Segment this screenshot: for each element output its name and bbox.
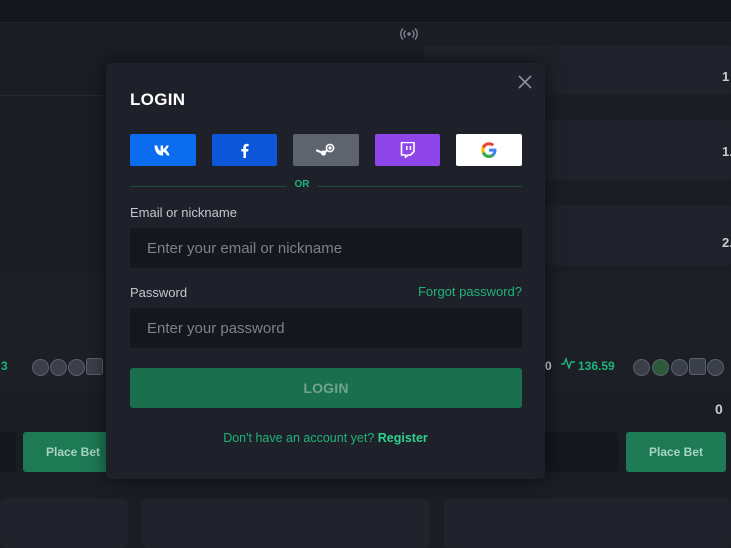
register-prompt: Don't have an account yet?: [223, 431, 378, 445]
team-badge-icon: [689, 358, 706, 375]
google-icon: [481, 142, 497, 158]
team-badge-icon: [707, 359, 724, 376]
facebook-login-button[interactable]: [211, 134, 278, 166]
password-field[interactable]: [130, 308, 522, 348]
twitch-icon: [400, 142, 415, 158]
background-topbar: [0, 0, 731, 23]
background-market-row: [545, 120, 731, 180]
steam-icon: [315, 143, 336, 157]
facebook-icon: [240, 143, 249, 158]
email-field[interactable]: [130, 228, 522, 268]
background-bet-input: [545, 432, 618, 472]
or-divider: [130, 186, 522, 187]
trend-icon: [561, 356, 575, 372]
team-badge-icon: [68, 359, 85, 376]
vk-icon: [154, 145, 172, 156]
team-badge-icon: [671, 359, 688, 376]
vk-login-button[interactable]: [130, 134, 196, 166]
modal-title: LOGIN: [130, 90, 186, 109]
background-market-row: [545, 205, 731, 265]
register-link[interactable]: Register: [378, 431, 428, 445]
or-divider-label: OR: [286, 179, 318, 190]
background-card: [142, 498, 430, 548]
forgot-password-link[interactable]: Forgot password?: [418, 284, 522, 299]
login-button[interactable]: LOGIN: [130, 368, 522, 408]
social-login-row: [130, 134, 522, 166]
background-divider: [0, 95, 106, 96]
background-card: [444, 498, 731, 548]
background-odds-value: 1.: [722, 144, 731, 159]
background-odds-value: 1: [722, 69, 730, 84]
team-badge-icon: [652, 359, 669, 376]
team-badge-icon: [50, 359, 67, 376]
twitch-login-button[interactable]: [374, 134, 441, 166]
google-login-button[interactable]: [456, 134, 522, 166]
background-odds-value: 2.: [722, 235, 731, 250]
steam-login-button[interactable]: [293, 134, 359, 166]
background-bet-input: [0, 432, 16, 472]
team-badge-icon: [633, 359, 650, 376]
background-value: 136.59: [578, 359, 615, 373]
password-label: Password: [130, 285, 188, 300]
close-icon[interactable]: [516, 74, 534, 92]
live-broadcast-icon: [399, 27, 419, 43]
team-badge-icon: [32, 359, 49, 376]
background-value: 0: [545, 359, 552, 373]
background-bet-amount: 0: [715, 401, 723, 417]
background-value: 3: [1, 359, 8, 373]
team-badge-icon: [86, 358, 103, 375]
background-card: [0, 498, 128, 548]
register-row: Don't have an account yet? Register: [106, 431, 545, 445]
login-modal: LOGIN OR Email or nickname Enter your em…: [106, 63, 545, 479]
place-bet-button[interactable]: Place Bet: [626, 432, 726, 472]
email-label: Email or nickname: [130, 205, 237, 220]
